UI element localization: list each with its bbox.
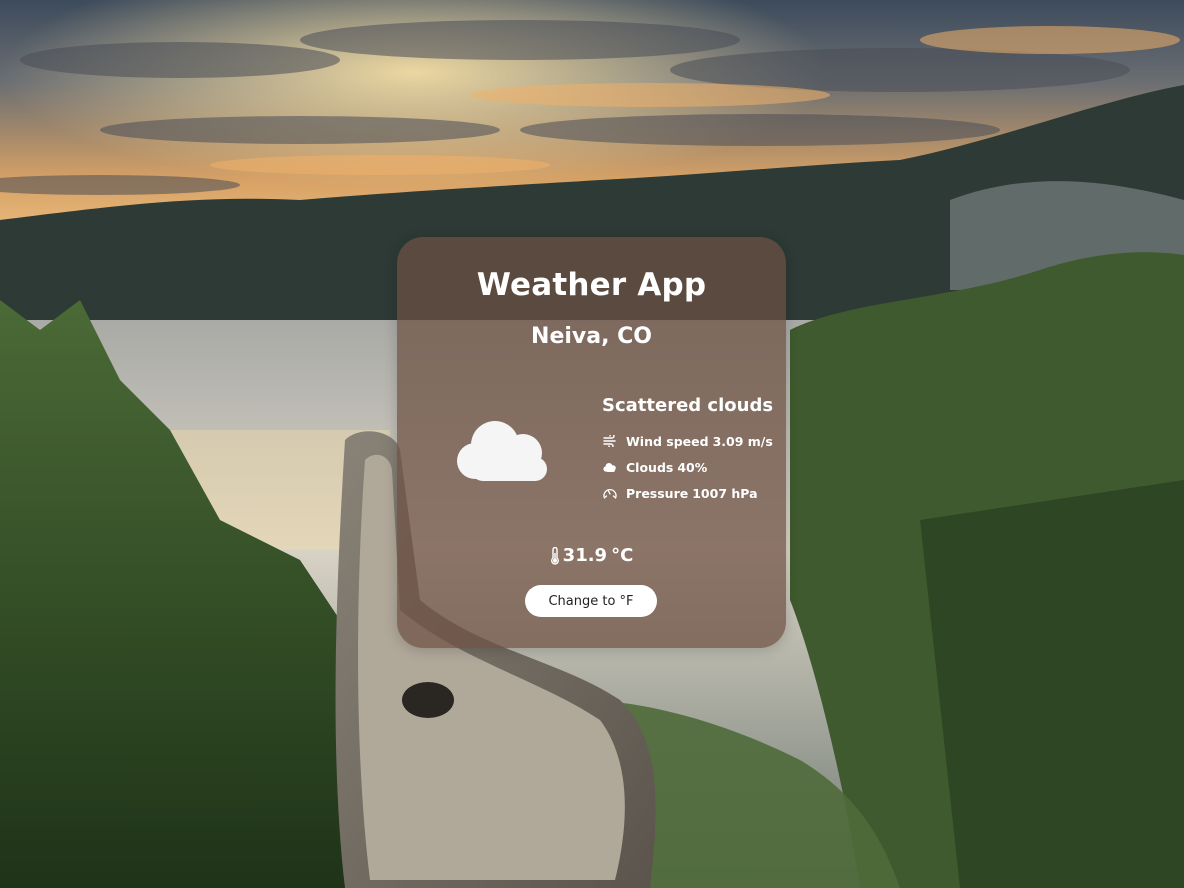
weather-details: Scattered clouds Wind speed 3.09 m/s Clo…: [602, 395, 782, 506]
cloud-icon: [453, 419, 551, 481]
wind-speed-value: 3.09 m/s: [712, 433, 773, 449]
clouds-value: 40%: [677, 459, 708, 475]
clouds-label: Clouds: [626, 459, 674, 475]
wind-icon: [602, 434, 618, 448]
small-cloud-icon: [602, 460, 618, 474]
gauge-icon: [602, 486, 618, 500]
temperature-unit: °C: [611, 545, 634, 566]
change-unit-button[interactable]: Change to °F: [525, 585, 657, 617]
pressure-label: Pressure: [626, 485, 689, 501]
temperature-value: 31.9: [562, 545, 608, 566]
pressure-row: Pressure 1007 hPa: [602, 480, 782, 506]
temperature-display: 31.9 °C: [397, 545, 786, 566]
weather-card: Weather App Neiva, CO Scattered clouds W…: [397, 237, 786, 648]
clouds-row: Clouds 40%: [602, 454, 782, 480]
app-title: Weather App: [476, 267, 707, 303]
wind-speed-label: Wind speed: [626, 433, 709, 449]
thermometer-icon: [550, 546, 560, 565]
city-name: Neiva, CO: [531, 324, 652, 349]
wind-speed-row: Wind speed 3.09 m/s: [602, 428, 782, 454]
weather-description: Scattered clouds: [602, 395, 774, 416]
pressure-value: 1007 hPa: [692, 485, 758, 501]
